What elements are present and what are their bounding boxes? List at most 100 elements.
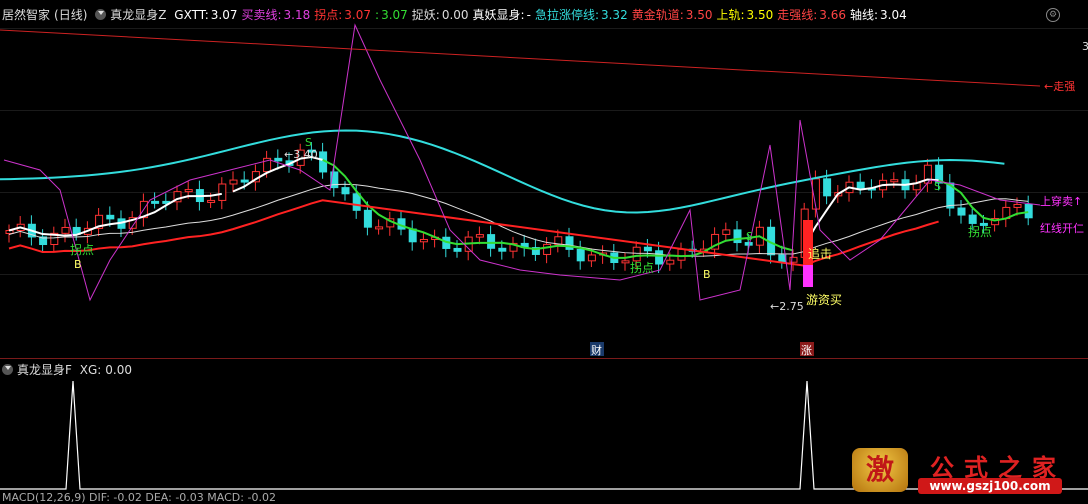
candle-body <box>487 234 496 249</box>
candle-body <box>475 234 484 238</box>
candle-body <box>229 179 238 185</box>
main-chart-panel[interactable]: ←走强 3 ←3.40 ←2.75 游资买 追击 拐点 拐点 拐点 上穿卖↑ 红线开仁 S S S B B 财涨… <box>0 0 1088 358</box>
trend-line <box>0 29 1041 87</box>
candle-body <box>543 243 552 255</box>
candle-body <box>207 199 216 203</box>
header-item-value: 3.66 <box>819 8 846 22</box>
indicator-dropdown-icon[interactable] <box>95 9 107 20</box>
guaidian-left-label: 拐点 <box>70 242 94 257</box>
header-item-label: 上轨: <box>716 8 745 22</box>
candle-body <box>576 248 585 262</box>
buy-signal-b-2: B <box>703 268 711 281</box>
indicator-name[interactable]: 真龙显身Z <box>110 8 166 22</box>
header-item-value: 3.07 <box>344 8 372 22</box>
sub-indicator-name[interactable]: 真龙显身F <box>17 363 72 377</box>
settings-icon[interactable]: ⚙ <box>1046 8 1060 22</box>
candle-body <box>498 247 507 252</box>
badge-zhang: 涨 <box>801 344 812 357</box>
header-item-value: 3.04 <box>880 8 907 22</box>
right-axis-tick: 3 <box>1082 40 1088 53</box>
ma-white-line <box>8 192 222 237</box>
xg-value: 0.00 <box>105 363 133 377</box>
candle-body <box>789 256 798 263</box>
candle-body <box>957 207 966 216</box>
header-item-label: 黄金轨道: <box>631 8 684 22</box>
candle-body <box>968 214 977 224</box>
xg-label: XG: <box>79 363 102 377</box>
guaidian-mid-label: 拐点 <box>630 260 654 275</box>
sub-indicator-header: 真龙显身F XG: 0.00 <box>2 361 136 377</box>
magenta-band-line <box>3 23 1041 302</box>
candle-body <box>363 209 372 228</box>
low-price-label: ←2.75 <box>770 300 804 313</box>
watermark-logo: 激 公式之家 www.gszj100.com <box>842 444 1066 496</box>
candle-body <box>733 229 742 244</box>
candle-body <box>856 181 865 189</box>
shangchuan-label: 上穿卖↑ <box>1040 194 1082 208</box>
candle-body <box>778 254 787 263</box>
header-item-label: 轴线: <box>850 8 879 22</box>
guaidian-right-label: 拐点 <box>968 224 992 239</box>
candle-body <box>621 260 630 264</box>
candle-body <box>453 247 462 252</box>
candle-body <box>375 226 384 230</box>
sub-indicator-dropdown-icon[interactable] <box>2 364 13 375</box>
candle-body <box>823 178 832 197</box>
header-item-label: 捉妖: <box>411 8 440 22</box>
candle-body <box>1013 203 1022 208</box>
header-item-label: GXTT: <box>174 8 209 22</box>
candle-body <box>890 179 899 183</box>
header-item-label: 急拉涨停线: <box>534 8 599 22</box>
candle-body <box>419 238 428 243</box>
zhuiji-label: 追击 <box>808 246 832 261</box>
sell-signal-s-2: S <box>746 230 753 243</box>
youzi-label: 游资买 <box>806 293 842 307</box>
period-label[interactable]: (日线) <box>54 8 87 22</box>
candle-body <box>352 193 361 211</box>
macd-strip: MACD(12,26,9) DIF: -0.02 DEA: -0.03 MACD… <box>2 491 276 504</box>
candle-body <box>341 187 350 195</box>
header-item-value: 3.50 <box>685 8 713 22</box>
candle-body <box>632 246 641 262</box>
hongxian-label: 红线开仁 <box>1040 221 1084 235</box>
header-item-label: : <box>375 8 380 22</box>
indicator-header: 居然智家 (日线) 真龙显身Z GXTT: 3.07 买卖线: 3.18 拐点: 3.07:… <box>2 6 915 22</box>
candle-body <box>151 200 160 204</box>
header-item-value: 3.50 <box>746 8 774 22</box>
header-item-label: 买卖线: <box>241 8 282 22</box>
candle-body <box>587 254 596 262</box>
header-item-value: 3.32 <box>600 8 628 22</box>
candle-body <box>677 248 686 261</box>
candlestick-chart[interactable]: ←走强3←3.40←2.75 游资买追击拐点拐点拐点上穿卖↑红线开仁SSSBB财涨 <box>0 0 1088 358</box>
indicator-values: GXTT: 3.07 买卖线: 3.18 拐点: 3.07:3.07 捉妖: 0.00 真妖显身… <box>174 8 910 22</box>
candle-body <box>666 259 675 265</box>
header-item-value: - <box>526 8 531 22</box>
candle-body <box>655 250 664 265</box>
candle-body <box>240 179 249 183</box>
header-item-value: 3.07 <box>210 8 238 22</box>
candle-body <box>274 157 283 162</box>
zouqiang-label: ←走强 <box>1044 80 1075 93</box>
sell-signal-s: S <box>305 136 312 149</box>
candle-body <box>218 183 227 201</box>
candle-body <box>1024 203 1033 219</box>
candle-body <box>722 229 731 235</box>
sell-signal-s-3: S <box>934 180 941 193</box>
high-price-label: ←3.40 <box>284 148 318 161</box>
logo-mark: 激 <box>852 448 908 492</box>
candle-body <box>106 214 115 220</box>
candle-body <box>643 246 652 252</box>
badge-cai: 财 <box>591 343 602 357</box>
header-item-label: 走强线: <box>777 8 818 22</box>
candle-body <box>184 189 193 193</box>
candle-body <box>61 226 70 234</box>
signal-bar-magenta <box>803 265 813 287</box>
header-item-value: 3.07 <box>381 8 408 22</box>
header-item-label: 真妖显身: <box>472 8 525 22</box>
stock-name[interactable]: 居然智家 <box>2 8 50 22</box>
header-item-value: 0.00 <box>441 8 469 22</box>
header-item-value: 3.18 <box>283 8 311 22</box>
header-item-label: 拐点: <box>314 8 343 22</box>
logo-url: www.gszj100.com <box>918 478 1062 494</box>
support-line <box>8 199 939 267</box>
